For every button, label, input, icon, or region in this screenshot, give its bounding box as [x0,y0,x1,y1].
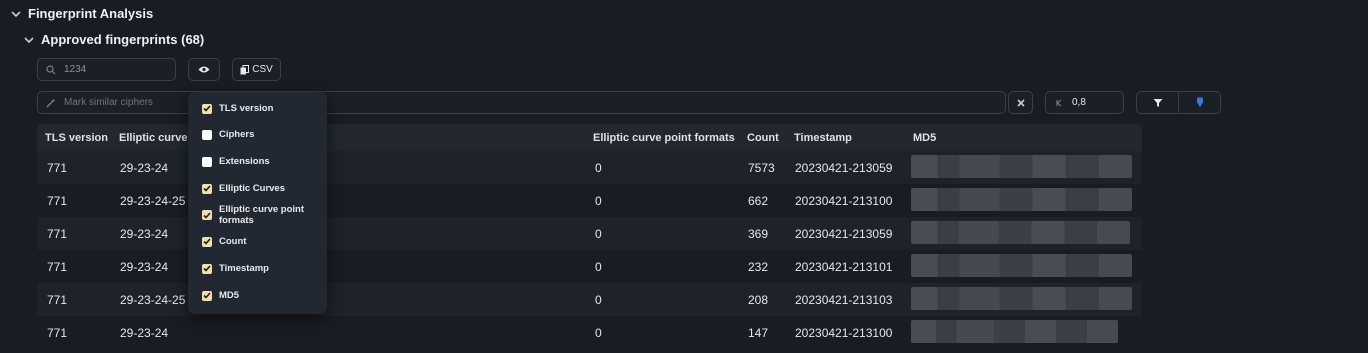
menu-item-timestamp[interactable]: Timestamp [202,263,314,274]
subsection-title: Approved fingerprints (68) [41,32,205,47]
subsection-header-approved-fingerprints[interactable]: Approved fingerprints (68) [22,32,204,47]
checkbox-icon[interactable] [202,156,212,167]
cell-md5-redacted [911,320,1118,343]
cell-count: 232 [748,259,769,274]
cell-count: 208 [748,292,769,307]
cell-elliptic-curves: 29-23-24 [120,160,169,175]
eye-icon [198,66,210,73]
cell-timestamp: 20230421-213100 [795,325,893,340]
cell-elliptic-curves: 29-23-24 [120,325,169,340]
menu-item-count[interactable]: Count [202,236,314,247]
cell-count: 662 [748,193,769,208]
menu-item-label: TLS version [219,103,274,114]
cell-tls-version: 771 [47,292,68,307]
column-header-count[interactable]: Count [747,124,779,151]
filter-icon [1153,98,1162,107]
column-header-tls-version[interactable]: TLS version [45,124,108,151]
cell-md5-redacted [911,155,1132,178]
chevron-down-icon [11,10,21,17]
cell-timestamp: 20230421-213059 [795,226,893,241]
marker-button[interactable] [1178,92,1220,113]
cell-elliptic-curves: 29-23-24 [120,226,169,241]
cell-tls-version: 771 [47,325,68,340]
column-header-point-formats[interactable]: Elliptic curve point formats [593,124,735,151]
menu-item-elliptic-curves[interactable]: Elliptic Curves [202,183,314,194]
marker-icon [1196,97,1203,108]
search-input[interactable] [64,64,175,75]
cell-point-formats: 0 [595,226,602,241]
export-csv-button[interactable]: CSV [232,58,281,81]
menu-item-label: Extensions [219,156,270,167]
cell-md5-redacted [911,221,1130,244]
cell-md5-redacted [911,188,1132,211]
menu-item-label: Count [219,236,247,247]
menu-item-label: Timestamp [219,263,269,274]
cell-point-formats: 0 [595,193,602,208]
menu-item-label: Elliptic curve point formats [219,204,304,226]
checkbox-icon[interactable] [202,183,212,194]
column-visibility-button[interactable] [188,58,220,81]
cell-elliptic-curves: 29-23-24-25 [120,292,186,307]
section-title: Fingerprint Analysis [28,6,154,21]
menu-item-label: MD5 [219,290,240,301]
similarity-threshold-field[interactable] [1045,91,1124,114]
cell-tls-version: 771 [47,226,68,241]
threshold-input[interactable] [1072,97,1123,108]
menu-item-tls-version[interactable]: TLS version [202,103,314,114]
cell-point-formats: 0 [595,259,602,274]
cell-elliptic-curves: 29-23-24 [120,259,169,274]
kappa-icon [1056,99,1062,106]
mark-similar-field[interactable] [37,91,1006,114]
csv-label: CSV [252,64,273,75]
menu-item-point-formats[interactable]: Elliptic curve point formats [202,204,314,226]
clear-mark-button[interactable] [1008,91,1033,114]
column-header-timestamp[interactable]: Timestamp [794,124,852,151]
cell-count: 147 [748,325,769,340]
search-icon [46,64,56,74]
table-row[interactable]: 771 29-23-24 0 147 20230421-213100 [37,316,1142,349]
column-visibility-menu: TLS version Ciphers Extensions Elliptic … [188,92,327,314]
cell-count: 369 [748,226,769,241]
column-header-elliptic-curves[interactable]: Elliptic curves [119,124,194,151]
section-header-fingerprint-analysis[interactable]: Fingerprint Analysis [9,6,153,21]
cell-md5-redacted [911,287,1132,310]
cell-timestamp: 20230421-213100 [795,193,893,208]
close-icon [1016,98,1025,107]
checkbox-icon[interactable] [202,236,212,247]
menu-item-extensions[interactable]: Extensions [202,156,314,167]
cell-point-formats: 0 [595,325,602,340]
menu-item-ciphers[interactable]: Ciphers [202,129,314,140]
cell-timestamp: 20230421-213101 [795,259,893,274]
cell-timestamp: 20230421-213103 [795,292,893,307]
checkbox-icon[interactable] [202,210,212,220]
filter-button-group [1136,91,1221,114]
cell-point-formats: 0 [595,160,602,175]
copy-icon [240,64,250,74]
cell-timestamp: 20230421-213059 [795,160,893,175]
menu-item-label: Elliptic Curves [219,183,285,194]
checkbox-icon[interactable] [202,129,212,140]
checkbox-icon[interactable] [202,290,212,301]
cell-count: 7573 [748,160,775,175]
cell-tls-version: 771 [47,259,68,274]
menu-item-md5[interactable]: MD5 [202,290,314,301]
cell-point-formats: 0 [595,292,602,307]
checkbox-icon[interactable] [202,103,212,114]
chevron-down-icon [24,36,34,43]
cell-tls-version: 771 [47,160,68,175]
cell-tls-version: 771 [47,193,68,208]
search-field[interactable] [37,58,176,81]
wand-icon [46,98,56,107]
menu-item-label: Ciphers [219,129,255,140]
cell-md5-redacted [911,254,1132,277]
checkbox-icon[interactable] [202,263,212,274]
column-header-md5[interactable]: MD5 [913,124,936,151]
filter-button[interactable] [1137,92,1178,113]
cell-elliptic-curves: 29-23-24-25 [120,193,186,208]
